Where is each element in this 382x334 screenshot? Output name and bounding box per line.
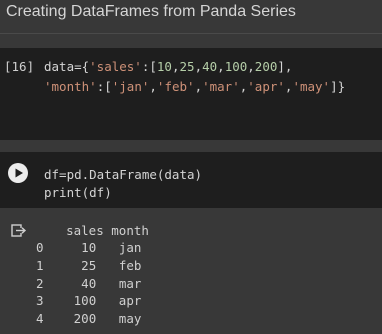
table-row: 0 10 jan (36, 238, 141, 258)
table-row: 1 25 feb (36, 256, 141, 276)
execution-count: [16] (4, 59, 35, 74)
column-header: sales (66, 223, 104, 238)
code-token: :[ (141, 59, 157, 74)
cell-sales: 25 (81, 258, 97, 273)
code-line-3[interactable]: df=pd.DataFrame(data) (44, 165, 202, 185)
string-token: 'month' (44, 79, 97, 94)
section-heading: Creating DataFrames from Panda Series (0, 0, 382, 33)
code-token: ], (277, 59, 293, 74)
code-cell-1[interactable]: [16] data={'sales':[10,25,40,100,200], '… (0, 48, 382, 140)
run-cell-button[interactable] (8, 163, 28, 183)
cell-month: may (118, 311, 142, 326)
column-header: month (111, 223, 149, 238)
cell-month: mar (118, 276, 142, 291)
code-line-2[interactable]: 'month':['jan','feb','mar','apr','may']} (44, 77, 345, 97)
cell-sales: 200 (73, 311, 97, 326)
string-token: 'apr' (247, 79, 285, 94)
table-row: 4 200 may (36, 309, 141, 329)
number-token: 25 (179, 59, 195, 74)
row-index: 2 (36, 276, 44, 291)
code-line-4[interactable]: print(df) (44, 183, 112, 203)
code-token: ]} (330, 79, 346, 94)
cell-sales: 40 (81, 276, 97, 291)
number-token: 10 (156, 59, 172, 74)
cell-month: apr (118, 293, 142, 308)
string-token: 'sales' (89, 59, 142, 74)
row-index: 0 (36, 240, 44, 255)
row-index: 3 (36, 293, 44, 308)
divider (0, 33, 382, 34)
table-row: 3 100 apr (36, 291, 141, 311)
string-token: 'may' (292, 79, 331, 94)
code-line-1[interactable]: data={'sales':[10,25,40,100,200], (44, 57, 292, 77)
output-redirect-icon[interactable] (11, 224, 27, 238)
string-token: 'jan' (111, 79, 150, 94)
cell-month: jan (118, 240, 142, 255)
number-token: 100 (224, 59, 248, 74)
number-token: 200 (254, 59, 278, 74)
row-index: 4 (36, 311, 44, 326)
code-token: data={ (44, 59, 90, 74)
cell-sales: 100 (73, 293, 97, 308)
play-icon (15, 168, 23, 178)
row-index: 1 (36, 258, 44, 273)
string-token: 'mar' (202, 79, 240, 94)
cell-sales: 10 (81, 240, 97, 255)
code-token: :[ (96, 79, 112, 94)
section-title: Creating DataFrames from Panda Series (6, 3, 296, 20)
number-token: 40 (202, 59, 218, 74)
string-token: 'feb' (156, 79, 195, 94)
cell-month: feb (118, 258, 142, 273)
